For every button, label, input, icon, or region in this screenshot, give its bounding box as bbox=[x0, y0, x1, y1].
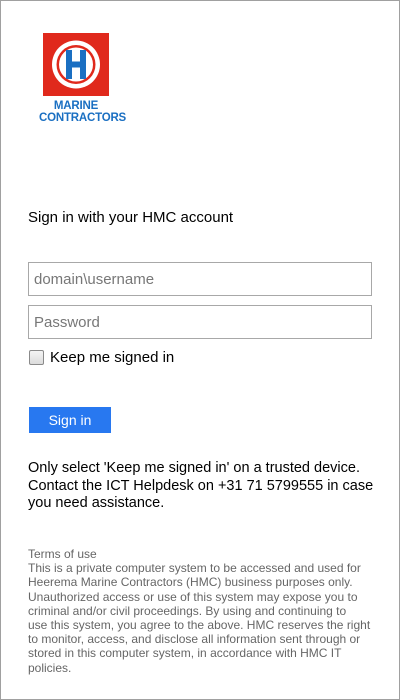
signin-heading: Sign in with your HMC account bbox=[28, 209, 234, 226]
hmc-logo-mark bbox=[43, 33, 109, 96]
hmc-logo: MARINE CONTRACTORS bbox=[39, 33, 126, 124]
username-input[interactable] bbox=[28, 262, 372, 296]
notice-line: you need assistance. bbox=[28, 495, 165, 511]
terms-line: use this system, you agree to the above.… bbox=[28, 618, 371, 633]
signin-button[interactable]: Sign in bbox=[29, 407, 111, 433]
terms-line: policies. bbox=[28, 660, 72, 675]
trusted-device-notice: Only select 'Keep me signed in' on a tru… bbox=[28, 460, 378, 513]
logo-line-contractors: CONTRACTORS bbox=[39, 112, 127, 124]
logo-line-marine: MARINE bbox=[53, 100, 99, 112]
terms-title: Terms of use bbox=[28, 547, 97, 561]
keep-signed-in-checkbox[interactable] bbox=[29, 349, 44, 365]
password-input[interactable] bbox=[28, 305, 372, 339]
login-page: MARINE CONTRACTORS Sign in with your HMC… bbox=[0, 0, 400, 700]
terms-line: Unauthorized access or use of this syste… bbox=[28, 589, 358, 604]
notice-line: Only select 'Keep me signed in' on a tru… bbox=[28, 460, 360, 476]
terms-line: stored in this computer system, in accor… bbox=[28, 646, 342, 661]
notice-line: Contact the ICT Helpdesk on +31 71 57995… bbox=[28, 477, 374, 494]
terms-line: Heerema Marine Contractors (HMC) busines… bbox=[28, 575, 353, 590]
keep-signed-in-label[interactable]: Keep me signed in bbox=[50, 349, 174, 366]
terms-line: This is a private computer system to be … bbox=[28, 561, 361, 576]
terms-of-use: Terms of use This is a private computer … bbox=[28, 547, 378, 675]
terms-line: criminal and/or civil proceedings. By us… bbox=[28, 603, 347, 618]
logo-h-emblem bbox=[52, 40, 100, 89]
logo-wordmark: MARINE CONTRACTORS bbox=[39, 100, 126, 124]
terms-line: to monitor, access, and disclose all inf… bbox=[28, 632, 361, 647]
keep-signed-in-row[interactable]: Keep me signed in bbox=[28, 347, 174, 367]
